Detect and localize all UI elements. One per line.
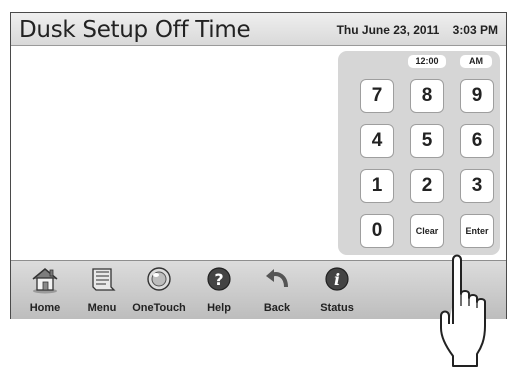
question-icon: ? xyxy=(207,267,231,291)
back-label: Back xyxy=(263,302,291,314)
bottom-toolbar: Home Menu OneTouch ? Help Back i Status xyxy=(11,260,506,319)
status-label: Status xyxy=(320,302,354,314)
info-icon: i xyxy=(325,267,349,291)
house-icon xyxy=(32,268,58,294)
help-label: Help xyxy=(207,302,231,314)
touch-icon xyxy=(147,267,171,291)
menu-label: Menu xyxy=(87,302,117,314)
current-time: 3:03 PM xyxy=(452,23,498,37)
key-2[interactable]: 2 xyxy=(410,169,444,203)
onetouch-label: OneTouch xyxy=(132,302,186,314)
key-3[interactable]: 3 xyxy=(460,169,494,203)
hand-pointer-icon xyxy=(440,254,486,367)
numeric-keypad: 12:00 AM 7 8 9 4 5 6 1 2 3 0 Clear Enter xyxy=(338,51,500,255)
enter-button[interactable]: Enter xyxy=(460,214,494,248)
svg-text:?: ? xyxy=(214,270,223,289)
time-display: 12:00 xyxy=(408,55,446,68)
key-9[interactable]: 9 xyxy=(460,79,494,113)
ampm-toggle[interactable]: AM xyxy=(460,55,492,68)
menu-button[interactable]: Menu xyxy=(76,263,128,317)
key-4[interactable]: 4 xyxy=(360,124,394,158)
status-button[interactable]: i Status xyxy=(311,263,363,317)
home-label: Home xyxy=(29,302,61,314)
key-7[interactable]: 7 xyxy=(360,79,394,113)
date-time: Thu June 23, 2011 3:03 PM xyxy=(327,23,498,37)
document-icon xyxy=(92,268,116,291)
home-button[interactable]: Home xyxy=(19,263,71,317)
key-6[interactable]: 6 xyxy=(460,124,494,158)
current-date: Thu June 23, 2011 xyxy=(336,23,440,37)
title-bar: Dusk Setup Off Time Thu June 23, 2011 3:… xyxy=(11,13,506,46)
onetouch-button[interactable]: OneTouch xyxy=(128,263,190,317)
back-button[interactable]: Back xyxy=(251,263,303,317)
svg-text:i: i xyxy=(334,270,340,289)
back-arrow-icon xyxy=(266,269,288,288)
page-title: Dusk Setup Off Time xyxy=(19,17,251,43)
key-5[interactable]: 5 xyxy=(410,124,444,158)
touchscreen: Dusk Setup Off Time Thu June 23, 2011 3:… xyxy=(10,12,507,319)
help-button[interactable]: ? Help xyxy=(193,263,245,317)
key-8[interactable]: 8 xyxy=(410,79,444,113)
key-1[interactable]: 1 xyxy=(360,169,394,203)
key-0[interactable]: 0 xyxy=(360,214,394,248)
clear-button[interactable]: Clear xyxy=(410,214,444,248)
